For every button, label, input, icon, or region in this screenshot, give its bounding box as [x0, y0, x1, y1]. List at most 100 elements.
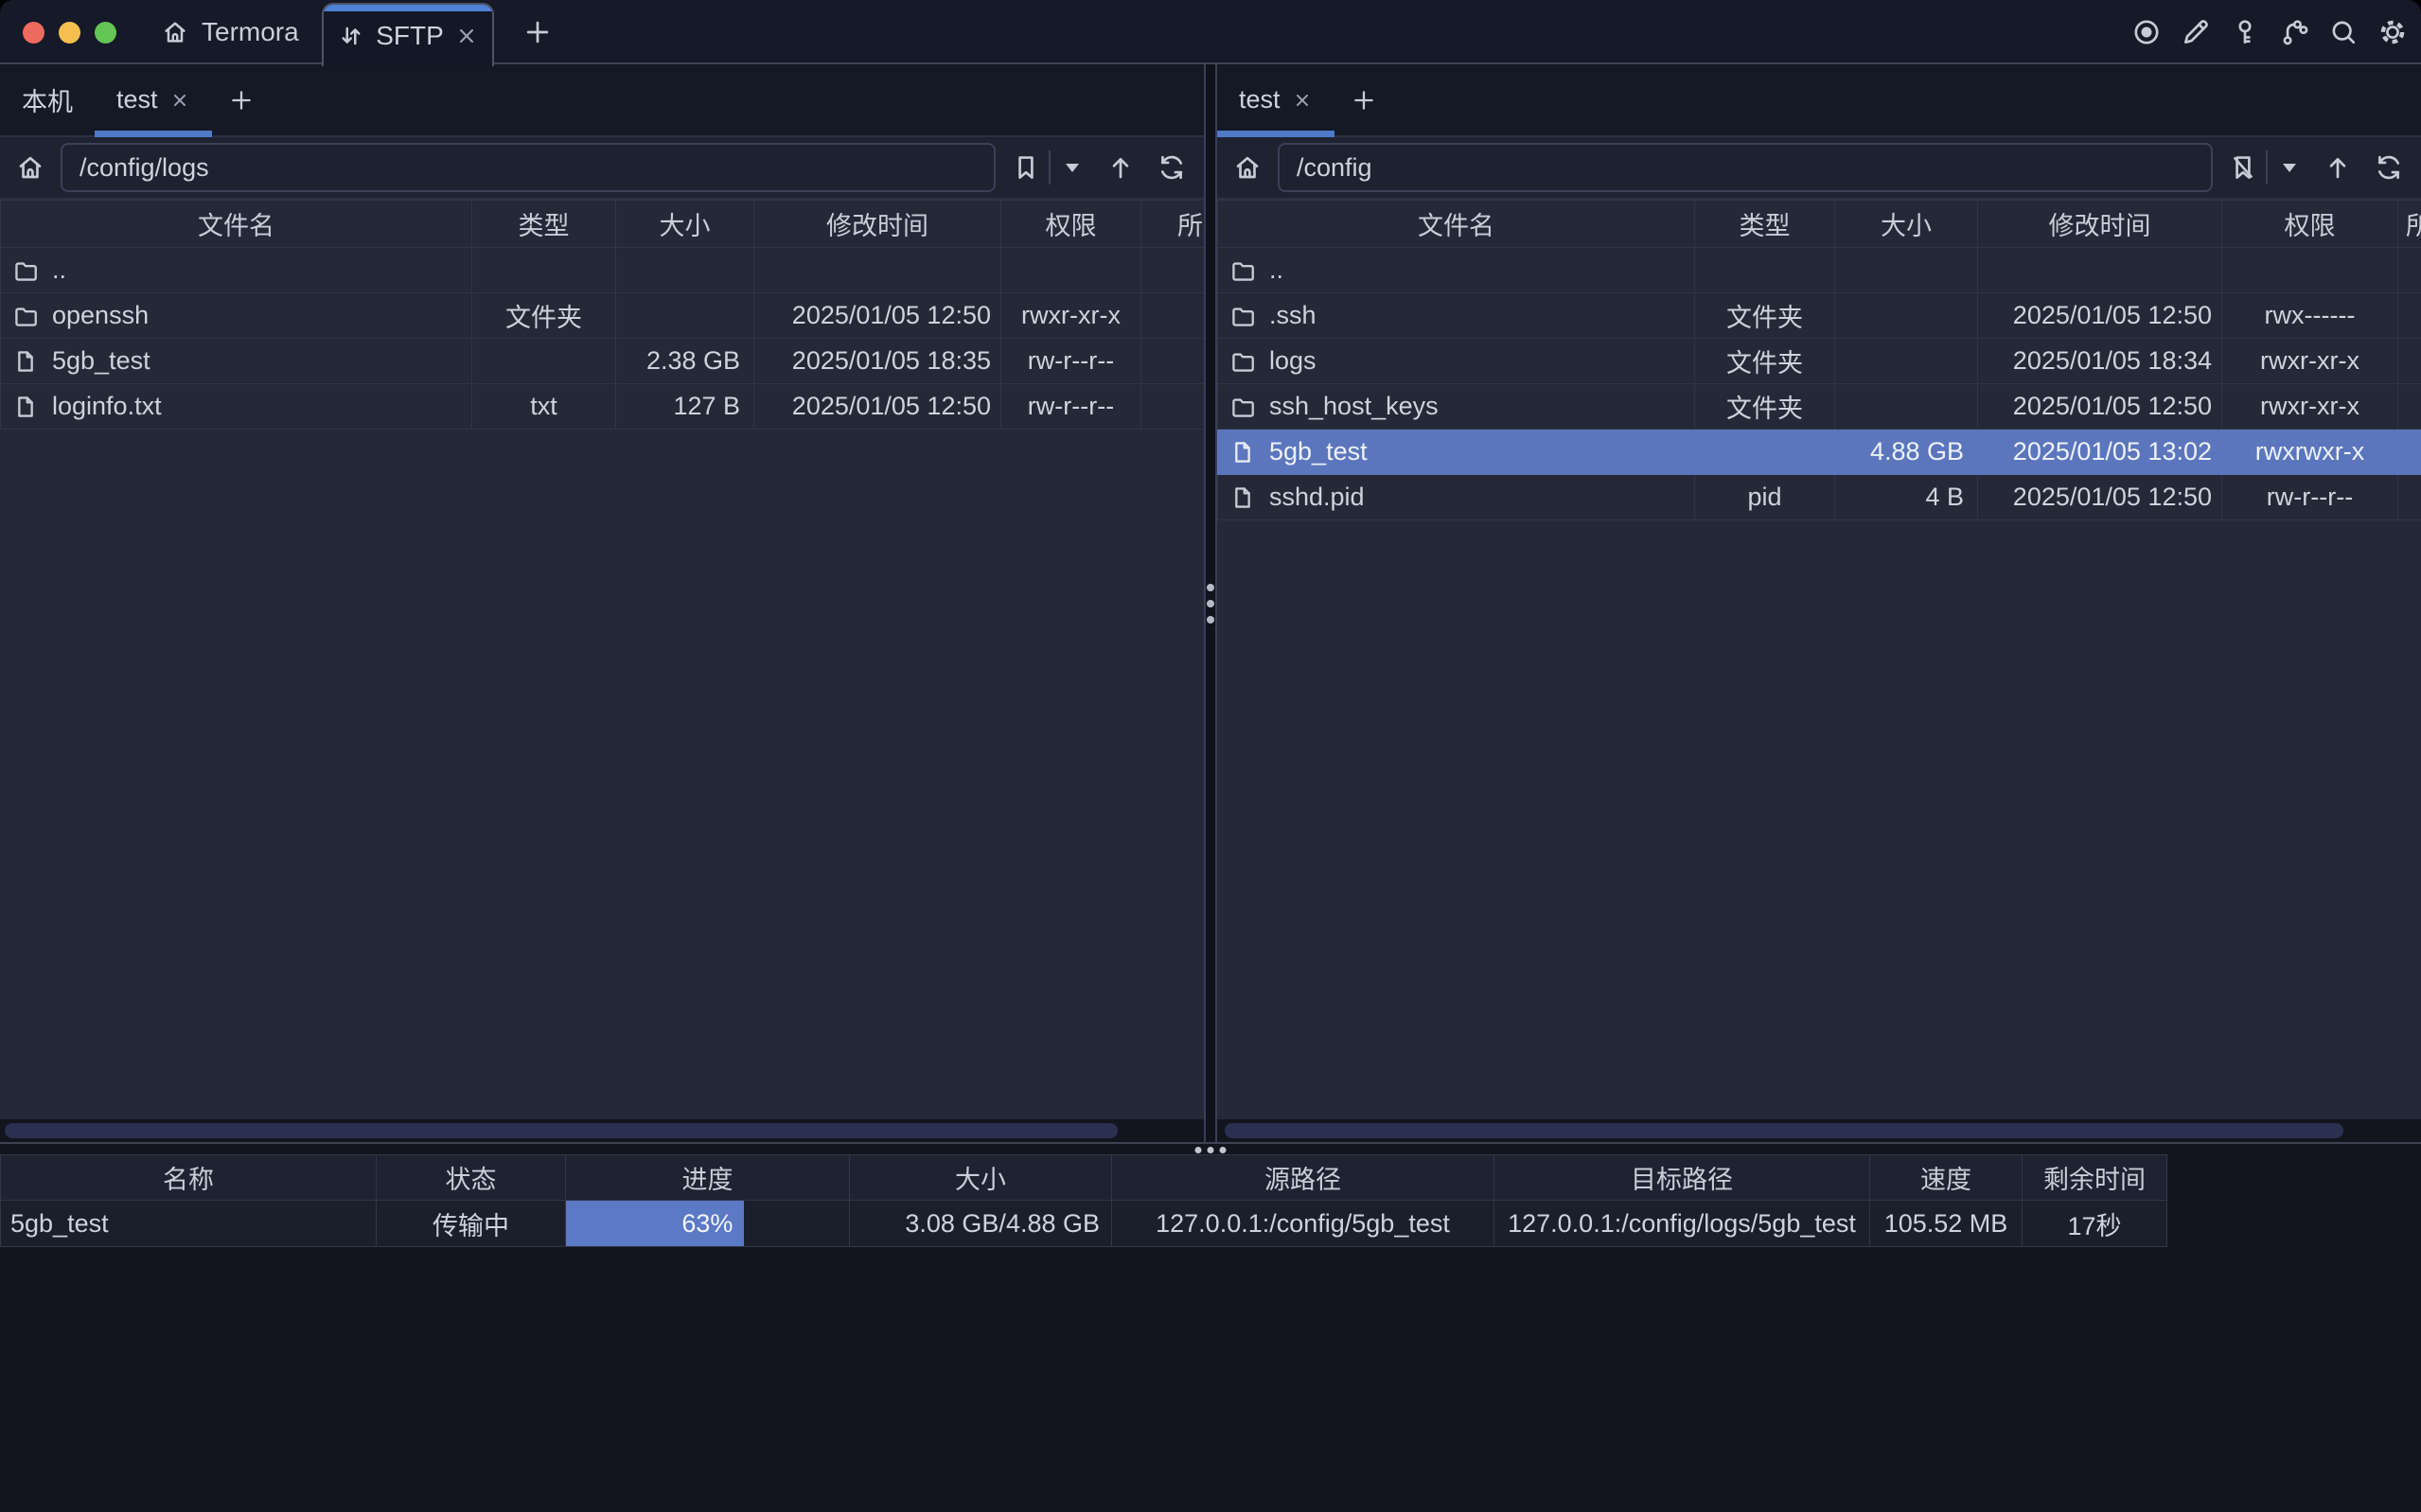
left-tab-local-label: 本机: [22, 81, 73, 118]
right-tab-test-close-icon[interactable]: [1292, 90, 1313, 111]
table-row[interactable]: sshd.pid pid 4 B 2025/01/05 12:50 rw-r--…: [1218, 475, 2421, 520]
transfer-col-target[interactable]: 目标路径: [1494, 1155, 1870, 1201]
right-bookmark-dropdown-icon[interactable]: [2271, 147, 2307, 188]
left-col-type[interactable]: 类型: [472, 201, 616, 248]
transfer-col-speed[interactable]: 速度: [1870, 1155, 2023, 1201]
transfer-panel: 名称 状态 进度 大小 源路径 目标路径 速度 剩余时间 5gb_test 传输…: [0, 1142, 2421, 1512]
table-row[interactable]: logs 文件夹 2025/01/05 18:34 rwxr-xr-x: [1218, 339, 2421, 384]
table-row[interactable]: openssh 文件夹 2025/01/05 12:50 rwxr-xr-x: [1, 293, 1205, 339]
left-col-permissions[interactable]: 权限: [1001, 201, 1141, 248]
left-bookmark-icon[interactable]: [1005, 147, 1047, 188]
file-name: logs: [1269, 346, 1317, 376]
branch-icon[interactable]: [2279, 17, 2309, 47]
left-path-actions: [1005, 147, 1193, 188]
file-name: loginfo.txt: [52, 392, 162, 421]
right-new-tab-button[interactable]: [1334, 64, 1393, 135]
left-hscrollbar-thumb[interactable]: [5, 1123, 1118, 1138]
file-name: ..: [1269, 255, 1283, 285]
left-parent-dir-icon[interactable]: [1100, 147, 1141, 188]
right-tab-test[interactable]: test: [1217, 64, 1334, 135]
right-pane: test: [1217, 64, 2421, 1142]
transfer-col-status[interactable]: 状态: [377, 1155, 566, 1201]
active-tab-accent: [324, 5, 492, 11]
right-col-size[interactable]: 大小: [1835, 201, 1978, 248]
table-row[interactable]: ..: [1, 248, 1205, 293]
folder-icon: [1229, 303, 1256, 329]
transfer-col-size[interactable]: 大小: [850, 1155, 1112, 1201]
transfer-name: 5gb_test: [1, 1201, 377, 1247]
transfer-splitter-handle-icon[interactable]: [1195, 1147, 1227, 1153]
table-row[interactable]: ..: [1218, 248, 2421, 293]
tab-termora-label: Termora: [202, 17, 299, 47]
settings-icon[interactable]: [2377, 17, 2408, 47]
close-window-button[interactable]: [23, 22, 44, 44]
zoom-window-button[interactable]: [95, 22, 116, 44]
transfer-source-path: 127.0.0.1:/config/5gb_test: [1112, 1201, 1494, 1247]
left-col-size[interactable]: 大小: [616, 201, 754, 248]
right-bookmark-separator: [2266, 150, 2268, 185]
key-icon[interactable]: [2230, 17, 2260, 47]
transfer-size: 3.08 GB/4.88 GB: [850, 1201, 1112, 1247]
right-parent-dir-icon[interactable]: [2317, 147, 2359, 188]
progress-fill: 63%: [566, 1201, 744, 1246]
table-row[interactable]: loginfo.txt txt 127 B 2025/01/05 12:50 r…: [1, 384, 1205, 430]
splitter-handle-icon: [1207, 584, 1214, 624]
transfer-col-progress[interactable]: 进度: [566, 1155, 850, 1201]
new-window-tab-button[interactable]: [511, 0, 564, 64]
right-col-permissions[interactable]: 权限: [2222, 201, 2398, 248]
left-home-icon[interactable]: [9, 147, 51, 188]
left-tab-test[interactable]: test: [95, 64, 212, 135]
file-icon: [12, 394, 39, 420]
left-col-filename[interactable]: 文件名: [1, 201, 472, 248]
right-col-modified[interactable]: 修改时间: [1978, 201, 2222, 248]
left-pane-tabs: 本机 test: [0, 64, 1204, 137]
right-bookmark-slash-icon[interactable]: [2222, 147, 2264, 188]
table-row-selected[interactable]: 5gb_test 4.88 GB 2025/01/05 13:02 rwxrwx…: [1218, 430, 2421, 475]
transfer-col-name[interactable]: 名称: [1, 1155, 377, 1201]
minimize-window-button[interactable]: [59, 22, 80, 44]
tab-sftp-close-icon[interactable]: [454, 24, 479, 48]
transfer-col-remaining[interactable]: 剩余时间: [2023, 1155, 2167, 1201]
left-tab-local[interactable]: 本机: [0, 64, 95, 135]
right-path-input[interactable]: [1278, 143, 2213, 192]
right-col-type[interactable]: 类型: [1695, 201, 1835, 248]
table-row[interactable]: ssh_host_keys 文件夹 2025/01/05 12:50 rwxr-…: [1218, 384, 2421, 430]
left-file-list: 文件名 类型 大小 修改时间 权限 所 ..: [0, 200, 1204, 1119]
left-tab-test-close-icon[interactable]: [169, 90, 190, 111]
transfer-arrows-icon: [337, 22, 365, 50]
right-col-filename[interactable]: 文件名: [1218, 201, 1695, 248]
pane-splitter[interactable]: [1204, 64, 1217, 1142]
left-hscrollbar-track[interactable]: [0, 1119, 1204, 1142]
left-path-input[interactable]: [61, 143, 996, 192]
edit-icon[interactable]: [2181, 17, 2211, 47]
left-col-modified[interactable]: 修改时间: [754, 201, 1001, 248]
right-tab-test-label: test: [1239, 85, 1281, 114]
left-col-owner[interactable]: 所: [1141, 201, 1205, 248]
folder-icon: [1229, 257, 1256, 284]
record-icon[interactable]: [2131, 17, 2162, 47]
transfer-status: 传输中: [377, 1201, 566, 1247]
app-window: Termora SFTP: [0, 0, 2421, 1512]
right-col-owner[interactable]: 所: [2398, 201, 2421, 248]
left-refresh-icon[interactable]: [1151, 147, 1193, 188]
table-row[interactable]: 5gb_test 2.38 GB 2025/01/05 18:35 rw-r--…: [1, 339, 1205, 384]
left-bookmark-separator: [1049, 150, 1051, 185]
table-row[interactable]: .ssh 文件夹 2025/01/05 12:50 rwx------: [1218, 293, 2421, 339]
title-bar: Termora SFTP: [0, 0, 2421, 64]
left-bookmark-dropdown-icon[interactable]: [1054, 147, 1090, 188]
transfer-col-source[interactable]: 源路径: [1112, 1155, 1494, 1201]
search-icon[interactable]: [2328, 17, 2359, 47]
left-pane: 本机 test: [0, 64, 1204, 1142]
tab-sftp-label: SFTP: [376, 21, 444, 51]
transfer-target-path: 127.0.0.1:/config/logs/5gb_test: [1494, 1201, 1870, 1247]
left-new-tab-button[interactable]: [212, 64, 271, 135]
tab-termora[interactable]: Termora: [161, 0, 299, 64]
right-refresh-icon[interactable]: [2368, 147, 2410, 188]
tab-sftp[interactable]: SFTP: [322, 3, 494, 66]
right-home-icon[interactable]: [1227, 147, 1268, 188]
right-hscrollbar-thumb[interactable]: [1225, 1123, 2343, 1138]
folder-icon: [12, 257, 39, 284]
transfer-row[interactable]: 5gb_test 传输中 63% 3.08 GB/4.88 GB 127.0.0…: [1, 1201, 2167, 1247]
right-hscrollbar-track[interactable]: [1217, 1119, 2421, 1142]
right-file-list: 文件名 类型 大小 修改时间 权限 所 ..: [1217, 200, 2421, 1119]
